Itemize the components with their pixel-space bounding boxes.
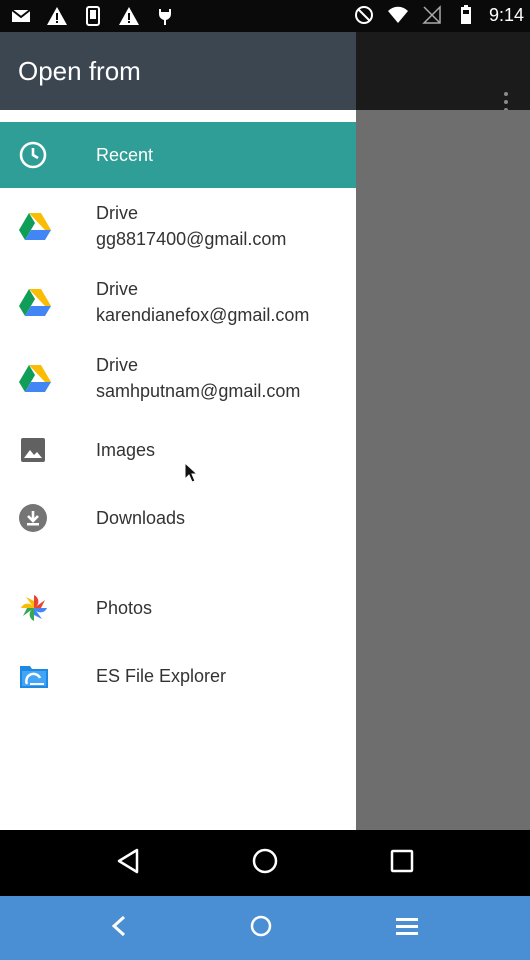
- open-from-drawer: Open from Recent Drive gg8817400@gmail.c…: [0, 32, 356, 830]
- google-drive-icon: [0, 363, 96, 393]
- home-icon[interactable]: [251, 847, 279, 880]
- nav-item-account: samhputnam@gmail.com: [96, 381, 301, 401]
- warning-icon: [118, 5, 140, 27]
- warning-icon: [46, 5, 68, 27]
- status-time: 9:14: [488, 4, 524, 25]
- drawer-title: Open from: [18, 55, 141, 86]
- nav-item-drive-2[interactable]: Drive karendianefox@gmail.com: [0, 264, 356, 340]
- circle-home-icon[interactable]: [249, 914, 273, 943]
- nav-item-photos[interactable]: Photos: [0, 574, 356, 642]
- nav-item-label: Images: [96, 440, 156, 460]
- system-nav-bar: [0, 830, 530, 896]
- wifi-icon: [387, 4, 409, 26]
- image-icon: [0, 435, 96, 465]
- nav-item-images[interactable]: Images: [0, 416, 356, 484]
- no-signal-icon: [421, 4, 443, 26]
- drawer-scrim[interactable]: [356, 110, 530, 830]
- nav-item-label: Recent: [96, 145, 154, 165]
- nav-item-label: Drive: [96, 355, 139, 375]
- nav-item-label: Downloads: [96, 508, 186, 528]
- nav-item-downloads[interactable]: Downloads: [0, 484, 356, 552]
- battery-icon: [455, 4, 477, 26]
- nav-item-label: Drive: [96, 203, 139, 223]
- back-icon[interactable]: [116, 848, 140, 879]
- nav-item-label: ES File Explorer: [96, 666, 227, 686]
- chevron-left-icon[interactable]: [111, 915, 127, 942]
- android-debug-icon: [154, 5, 176, 27]
- nav-item-account: karendianefox@gmail.com: [96, 305, 310, 325]
- nav-item-recent[interactable]: Recent: [0, 122, 356, 188]
- nav-item-es-file-explorer[interactable]: ES File Explorer: [0, 642, 356, 710]
- nav-item-drive-1[interactable]: Drive gg8817400@gmail.com: [0, 188, 356, 264]
- do-not-disturb-icon: [353, 4, 375, 26]
- app-toolbar: [356, 32, 530, 112]
- google-drive-icon: [0, 287, 96, 317]
- google-photos-icon: [0, 592, 96, 624]
- mouse-cursor-icon: [184, 461, 199, 489]
- phone-icon: [82, 5, 104, 27]
- google-drive-icon: [0, 211, 96, 241]
- drawer-header: Open from: [0, 32, 356, 110]
- nav-item-drive-3[interactable]: Drive samhputnam@gmail.com: [0, 340, 356, 416]
- nav-item-label: Drive: [96, 279, 139, 299]
- clock-icon: [0, 140, 96, 170]
- es-file-explorer-icon: [0, 660, 96, 692]
- nav-item-account: gg8817400@gmail.com: [96, 229, 287, 249]
- download-icon: [0, 503, 96, 533]
- gmail-icon: [10, 5, 32, 27]
- status-bar: 9:14: [0, 0, 530, 32]
- recents-icon[interactable]: [390, 849, 414, 878]
- remote-control-bar: [0, 896, 530, 960]
- overflow-menu-icon[interactable]: [504, 92, 508, 112]
- nav-item-label: Photos: [96, 598, 153, 618]
- section-divider: [0, 552, 356, 574]
- hamburger-menu-icon[interactable]: [395, 916, 419, 941]
